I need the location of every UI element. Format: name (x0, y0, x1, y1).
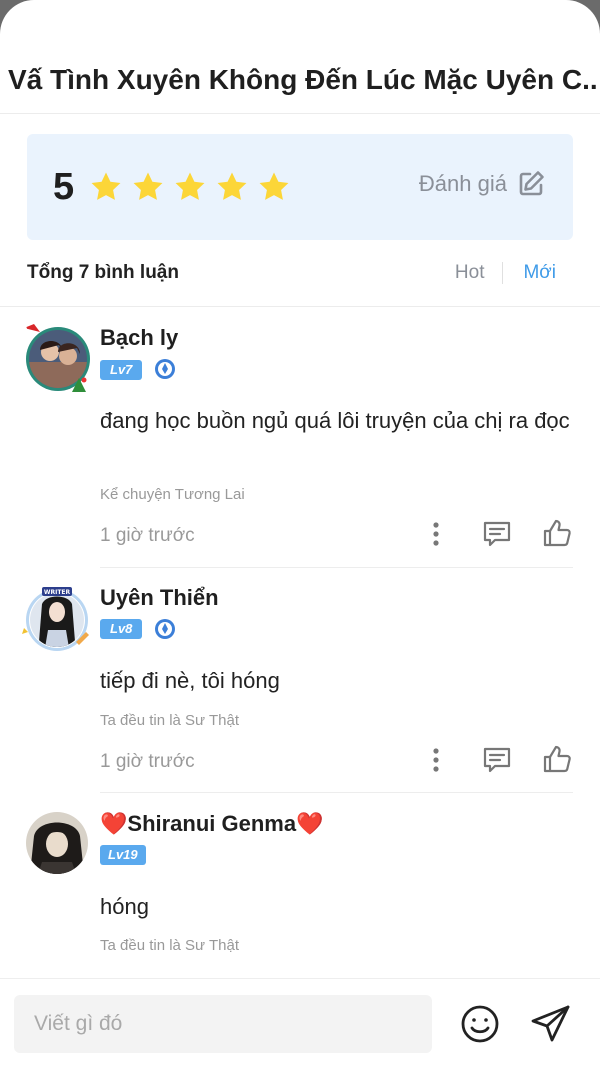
star-icon (175, 172, 205, 200)
sort-hot-tab[interactable]: Hot (455, 262, 485, 284)
comment-source[interactable]: Kể chuyện Tương Lai (100, 486, 245, 503)
comment-divider (100, 792, 573, 793)
rate-button[interactable]: Đánh giá (419, 170, 545, 198)
avatar[interactable] (26, 812, 88, 874)
comment-time: 1 giờ trước (100, 751, 195, 772)
sort-tabs: Hot Mới (455, 262, 556, 284)
avatar-frame[interactable] (20, 322, 96, 394)
more-icon[interactable] (426, 746, 446, 774)
level-badge: Lv7 (100, 360, 143, 380)
story-title: Vấ Tình Xuyên Không Đến Lúc Mặc Uyên C..… (8, 64, 598, 95)
comment-source[interactable]: Ta đều tin là Sư Thật (100, 712, 239, 729)
comment-input[interactable] (14, 995, 432, 1053)
sort-separator (502, 262, 504, 284)
avatar-photo (26, 812, 88, 874)
medal-icon (155, 619, 175, 639)
comment-divider (100, 567, 573, 568)
avatar (21, 324, 90, 392)
comment-text: đang học buồn ngủ quá lôi truyện của chị… (100, 408, 570, 433)
send-icon[interactable] (529, 1002, 573, 1046)
rating-panel: 5 Đánh giá (27, 134, 573, 240)
reply-icon[interactable] (482, 746, 512, 774)
commenter-name[interactable]: Bạch ly (100, 325, 178, 351)
edit-icon (519, 171, 544, 196)
commenter-name[interactable]: ❤️Shiranui Genma❤️ (100, 811, 324, 837)
star-icon (259, 172, 289, 200)
star-icon (133, 172, 163, 200)
level-badge: Lv19 (100, 845, 146, 865)
reply-icon[interactable] (482, 520, 512, 548)
sort-new-tab[interactable]: Mới (523, 262, 556, 284)
like-icon[interactable] (542, 518, 572, 548)
comment-composer (0, 978, 600, 1067)
comment-source[interactable]: Ta đều tin là Sư Thật (100, 937, 239, 954)
comment-sheet: Vấ Tình Xuyên Không Đến Lúc Mặc Uyên C..… (0, 0, 600, 1067)
comment-text: tiếp đi nè, tôi hóng (100, 668, 280, 693)
star-icon (217, 172, 247, 200)
rating-score: 5 (53, 166, 75, 208)
more-icon[interactable] (426, 520, 446, 548)
rate-button-label: Đánh giá (418, 171, 507, 196)
comment-text: hóng (100, 894, 149, 919)
emoji-icon[interactable] (459, 1003, 501, 1045)
comment-time: 1 giờ trước (100, 525, 195, 546)
avatar-frame[interactable]: WRITER (20, 584, 94, 654)
like-icon[interactable] (542, 744, 572, 774)
commenter-name[interactable]: Uyên Thiển (100, 585, 219, 611)
header-divider (0, 113, 600, 114)
svg-text:WRITER: WRITER (44, 589, 71, 596)
comment-count: Tổng 7 bình luận (27, 262, 179, 283)
rating-stars (89, 170, 299, 204)
list-divider (0, 306, 600, 307)
star-icon (91, 172, 121, 200)
medal-icon (155, 359, 175, 379)
avatar: WRITER (22, 587, 89, 651)
level-badge: Lv8 (100, 619, 143, 639)
